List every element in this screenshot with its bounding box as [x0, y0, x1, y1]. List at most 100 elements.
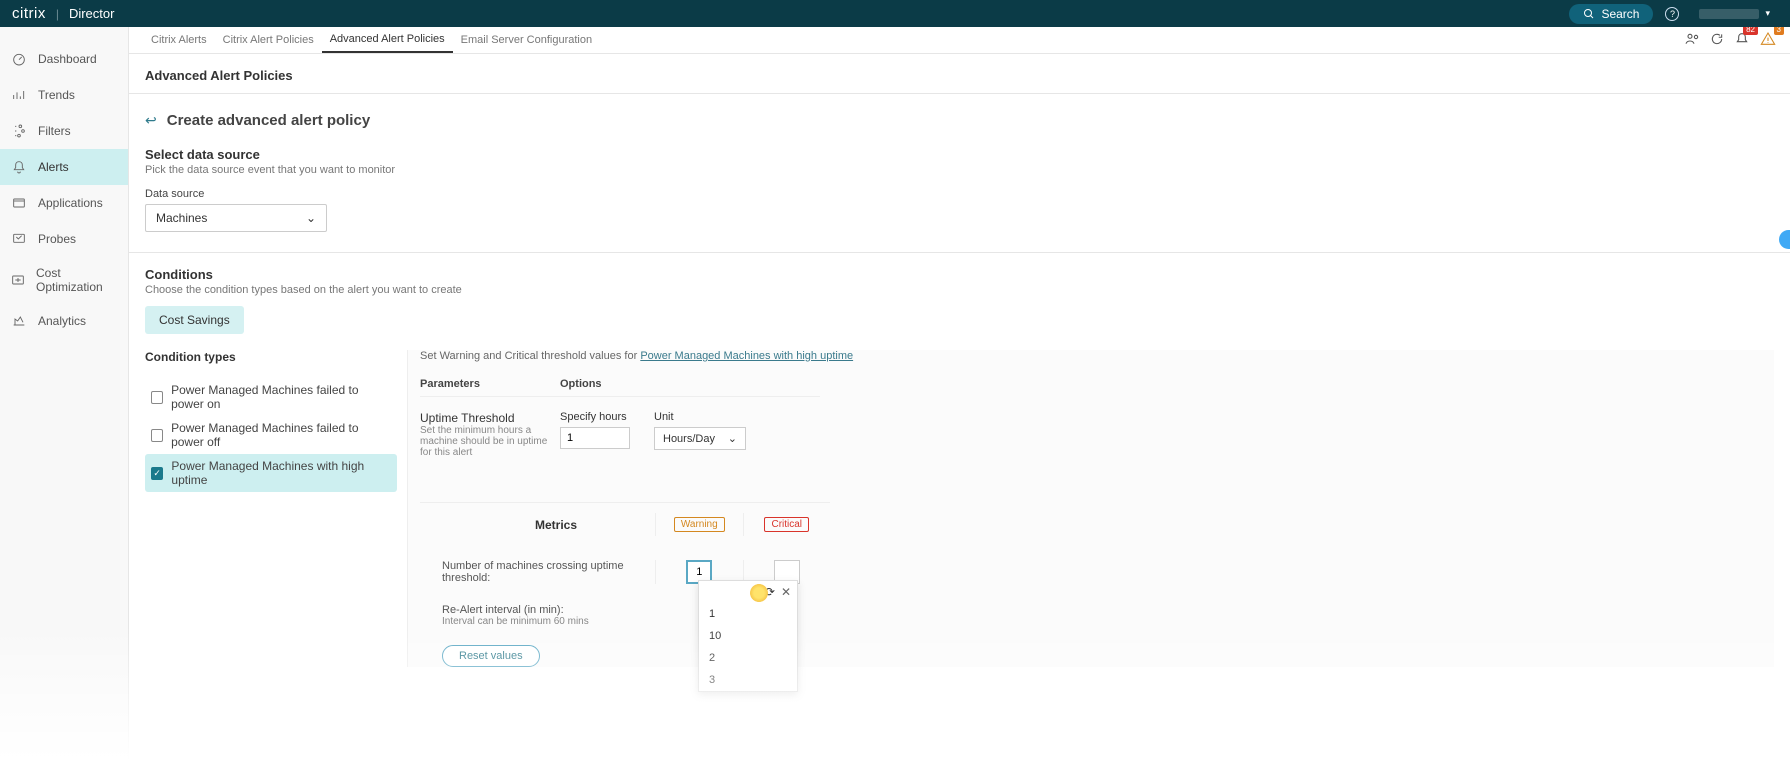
dropdown-item[interactable]: 1	[699, 603, 797, 625]
col-options: Options	[560, 378, 820, 390]
param-row-uptime: Uptime Threshold Set the minimum hours a…	[420, 397, 1774, 472]
threshold-intro-text: Set Warning and Critical threshold value…	[420, 350, 640, 362]
sidebar-item-label: Filters	[38, 124, 71, 138]
sidebar-item-alerts[interactable]: Alerts	[0, 149, 128, 185]
notifications-badge: 82	[1743, 27, 1758, 35]
threshold-intro-link[interactable]: Power Managed Machines with high uptime	[640, 350, 853, 362]
tab-advanced-alert-policies[interactable]: Advanced Alert Policies	[322, 27, 453, 53]
app-name: Director	[69, 6, 115, 21]
col-parameters: Parameters	[420, 378, 560, 390]
condition-type-high-uptime[interactable]: ✓ Power Managed Machines with high uptim…	[145, 454, 397, 492]
metrics-head: Metrics Warning Critical	[420, 503, 830, 546]
sidebar-item-label: Applications	[38, 196, 103, 210]
sidebar-item-cost-optimization[interactable]: Cost Optimization	[0, 257, 128, 303]
dashboard-icon	[10, 50, 28, 68]
tab-citrix-alerts[interactable]: Citrix Alerts	[143, 27, 215, 53]
sidebar-item-applications[interactable]: Applications	[0, 185, 128, 221]
top-header: citrix | Director Search ? ▾	[0, 0, 1790, 27]
section-data-source: Select data source Pick the data source …	[129, 133, 1790, 246]
reset-values-button[interactable]: Reset values	[442, 645, 540, 667]
user-settings-icon[interactable]	[1684, 31, 1700, 50]
user-name-placeholder	[1699, 9, 1759, 19]
unit-select[interactable]: Hours/Day ⌄	[654, 427, 746, 450]
main: Citrix Alerts Citrix Alert Policies Adva…	[129, 27, 1790, 776]
checkbox-checked-icon[interactable]: ✓	[151, 467, 163, 480]
page-header: Advanced Alert Policies	[129, 54, 1790, 94]
condition-types-panel: Condition types Power Managed Machines f…	[145, 350, 407, 667]
search-button[interactable]: Search	[1569, 4, 1653, 24]
create-policy-title: Create advanced alert policy	[167, 112, 370, 129]
dropdown-item[interactable]: 3	[699, 669, 797, 691]
notifications-icon[interactable]: 82	[1734, 31, 1750, 50]
tab-citrix-alert-policies[interactable]: Citrix Alert Policies	[215, 27, 322, 53]
uptime-threshold-label: Uptime Threshold	[420, 411, 560, 425]
search-icon	[1583, 8, 1595, 20]
metric-label: Number of machines crossing uptime thres…	[420, 560, 655, 584]
checkbox-icon[interactable]	[151, 391, 163, 404]
analytics-icon	[10, 312, 28, 330]
specify-hours-label: Specify hours	[560, 411, 630, 423]
param-header: Parameters Options	[420, 378, 820, 397]
refresh-icon[interactable]	[1710, 32, 1724, 49]
tab-row-icons: 82 3	[1684, 31, 1776, 50]
dropdown-item[interactable]: 2	[699, 647, 797, 669]
conditions-title: Conditions	[145, 267, 1774, 282]
applications-icon	[10, 194, 28, 212]
sidebar-item-label: Cost Optimization	[36, 266, 118, 294]
realert-row: Re-Alert interval (in min): Interval can…	[420, 598, 1774, 627]
brand-separator: |	[56, 7, 59, 21]
back-row: ↩ Create advanced alert policy	[129, 94, 1790, 133]
uptime-threshold-note: Set the minimum hours a machine should b…	[420, 425, 550, 458]
chevron-down-icon: ⌄	[306, 211, 316, 225]
cost-icon	[10, 271, 26, 289]
sidebar-item-probes[interactable]: Probes	[0, 221, 128, 257]
tab-email-server-config[interactable]: Email Server Configuration	[453, 27, 600, 53]
dropdown-item[interactable]: 10	[699, 625, 797, 647]
condition-types-heading: Condition types	[145, 350, 397, 364]
warnings-icon[interactable]: 3	[1760, 31, 1776, 50]
sidebar-item-label: Dashboard	[38, 52, 97, 66]
brand-logo: citrix	[12, 5, 46, 22]
data-source-select[interactable]: Machines ⌄	[145, 204, 327, 232]
dropdown-close-icon[interactable]: ✕	[781, 585, 791, 599]
threshold-panel: Set Warning and Critical threshold value…	[407, 350, 1774, 667]
chevron-down-icon: ⌄	[728, 432, 737, 445]
critical-tag: Critical	[764, 517, 809, 532]
sidebar: Dashboard Trends Filters Alerts Applicat…	[0, 27, 129, 776]
specify-hours-input[interactable]	[560, 427, 630, 449]
condition-type-label: Power Managed Machines failed to power o…	[171, 383, 391, 411]
condition-type-power-on[interactable]: Power Managed Machines failed to power o…	[145, 378, 397, 416]
help-icon[interactable]: ?	[1665, 7, 1679, 21]
header-right: Search ? ▾	[1569, 4, 1778, 24]
cursor-highlight	[750, 584, 768, 602]
brand: citrix | Director	[12, 5, 114, 22]
sidebar-item-trends[interactable]: Trends	[0, 77, 128, 113]
tab-row: Citrix Alerts Citrix Alert Policies Adva…	[129, 27, 1790, 54]
warning-tag: Warning	[674, 517, 725, 532]
search-label: Search	[1601, 7, 1639, 21]
realert-label: Re-Alert interval (in min):	[442, 604, 1774, 616]
sidebar-item-label: Probes	[38, 232, 76, 246]
probes-icon	[10, 230, 28, 248]
user-menu[interactable]: ▾	[1691, 8, 1778, 19]
sidebar-item-analytics[interactable]: Analytics	[0, 303, 128, 339]
conditions-desc: Choose the condition types based on the …	[145, 284, 1774, 296]
checkbox-icon[interactable]	[151, 429, 163, 442]
alerts-icon	[10, 158, 28, 176]
cost-savings-button[interactable]: Cost Savings	[145, 306, 244, 334]
realert-note: Interval can be minimum 60 mins	[442, 616, 1774, 627]
filters-icon	[10, 122, 28, 140]
warning-dropdown-popup: ⟳ ✕ 1 10 2 3	[698, 580, 798, 692]
sidebar-item-dashboard[interactable]: Dashboard	[0, 41, 128, 77]
data-source-label: Data source	[145, 188, 1774, 200]
back-arrow-icon[interactable]: ↩	[145, 112, 157, 129]
condition-type-label: Power Managed Machines with high uptime	[171, 459, 391, 487]
section-conditions: Conditions Choose the condition types ba…	[129, 253, 1790, 334]
side-help-bubble[interactable]	[1779, 230, 1790, 249]
sidebar-item-filters[interactable]: Filters	[0, 113, 128, 149]
sidebar-item-label: Alerts	[38, 160, 69, 174]
chevron-down-icon: ▾	[1765, 8, 1770, 19]
condition-type-power-off[interactable]: Power Managed Machines failed to power o…	[145, 416, 397, 454]
unit-label: Unit	[654, 411, 746, 423]
condition-type-label: Power Managed Machines failed to power o…	[171, 421, 391, 449]
